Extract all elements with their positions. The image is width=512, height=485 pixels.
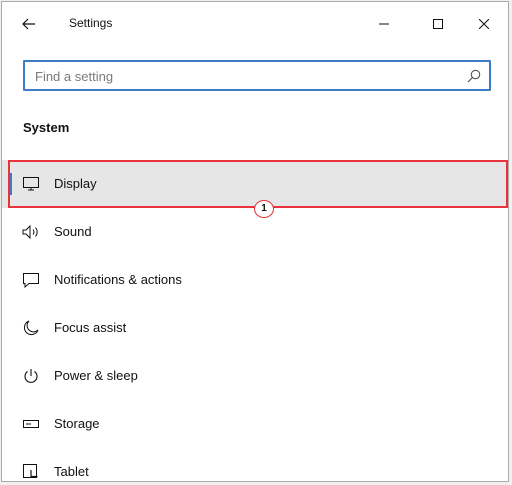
maximize-icon: [433, 19, 443, 29]
close-icon: [479, 19, 489, 29]
back-arrow-icon: [22, 18, 36, 30]
nav-item-storage[interactable]: Storage: [2, 400, 508, 448]
storage-icon: [22, 415, 40, 433]
nav-item-notifications[interactable]: Notifications & actions: [2, 256, 508, 304]
nav-item-label: Focus assist: [54, 320, 127, 335]
nav-item-label: Display: [54, 176, 97, 191]
annotation-badge: 1: [254, 200, 274, 218]
settings-window: Settings System: [1, 1, 509, 482]
nav-item-label: Sound: [54, 224, 92, 239]
search-input[interactable]: [35, 66, 455, 86]
selection-accent: [9, 173, 12, 195]
minimize-icon: [379, 19, 389, 29]
tablet-icon: [22, 463, 40, 481]
back-button[interactable]: [17, 12, 41, 36]
close-button[interactable]: [470, 10, 498, 38]
nav-item-label: Storage: [54, 416, 100, 431]
search-box[interactable]: [23, 60, 491, 91]
section-title: System: [23, 120, 70, 135]
app-title: Settings: [69, 16, 113, 30]
minimize-button[interactable]: [370, 10, 398, 38]
nav-item-label: Power & sleep: [54, 368, 138, 383]
speaker-icon: [22, 223, 40, 241]
nav-item-display[interactable]: Display: [2, 160, 508, 208]
title-bar: Settings: [2, 2, 508, 46]
nav-item-label: Notifications & actions: [54, 272, 182, 287]
power-icon: [22, 367, 40, 385]
nav-item-tablet[interactable]: Tablet: [2, 448, 508, 481]
nav-item-label: Tablet: [54, 464, 89, 479]
moon-icon: [22, 319, 40, 337]
notification-icon: [22, 271, 40, 289]
maximize-button[interactable]: [424, 10, 452, 38]
nav-item-focus-assist[interactable]: Focus assist: [2, 304, 508, 352]
nav-item-power-sleep[interactable]: Power & sleep: [2, 352, 508, 400]
search-icon[interactable]: [466, 68, 482, 84]
monitor-icon: [22, 175, 40, 193]
nav-item-sound[interactable]: Sound: [2, 208, 508, 256]
